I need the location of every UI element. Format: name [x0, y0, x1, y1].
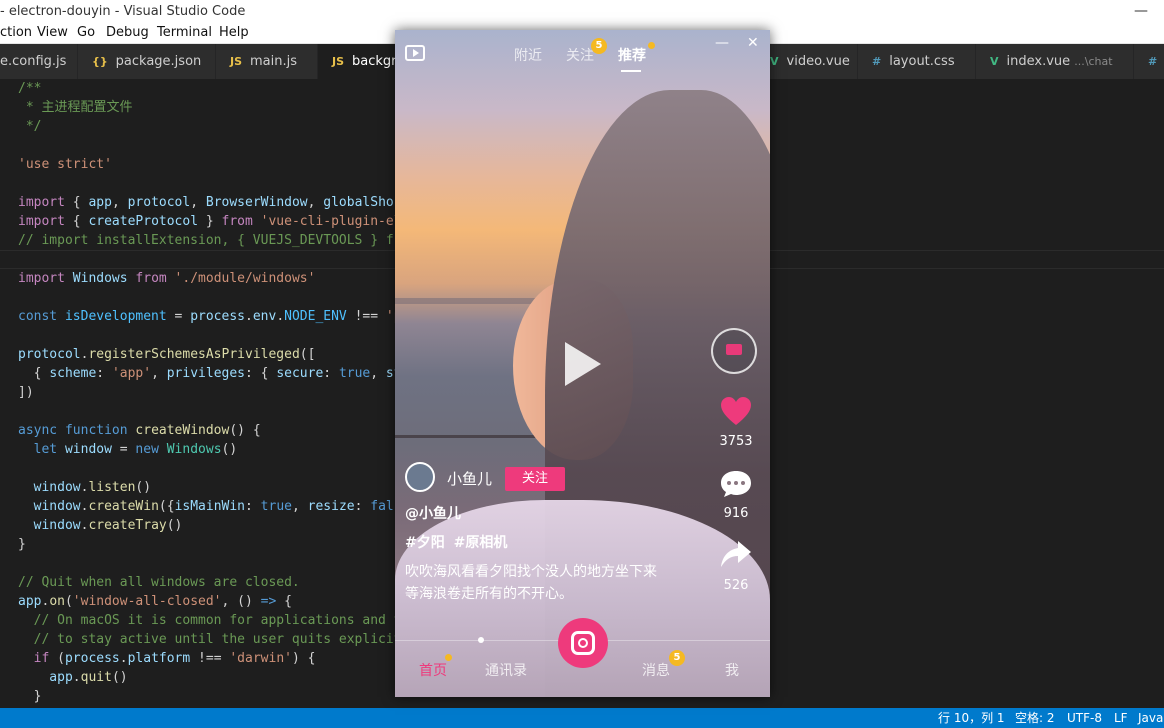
code-line: 'use strict' [18, 157, 112, 172]
menu-go[interactable]: Go [77, 23, 95, 43]
play-icon[interactable] [565, 342, 601, 386]
share-arrow-icon[interactable] [720, 540, 752, 570]
js-icon: JS [332, 55, 345, 68]
code-line: import { app, protocol, BrowserWindow, g… [18, 195, 402, 210]
code-line: } [18, 537, 26, 552]
window-title: - electron-douyin - Visual Studio Code [0, 4, 246, 19]
minimize-button[interactable]: — [1118, 0, 1164, 23]
css-icon: # [872, 55, 882, 68]
following-badge: 5 [591, 38, 607, 54]
nav-messages[interactable]: 消息 [642, 660, 670, 680]
encoding[interactable]: UTF-8 [1067, 708, 1102, 728]
camera-publish-button[interactable] [558, 618, 608, 668]
code-line: window.listen() [18, 480, 152, 495]
video-description: 吹吹海风看看夕阳找个没人的地方坐下来 等海浪卷走所有的不开心。 [405, 564, 657, 602]
code-line: window.createTray() [18, 518, 183, 533]
code-line: let window = new Windows() [18, 442, 238, 457]
tab-recommended[interactable]: 推荐 [618, 45, 646, 65]
code-line: { scheme: 'app', privileges: { secure: t… [18, 366, 402, 381]
comment-count: 916 [723, 506, 749, 521]
tab-label: layout.css [889, 54, 955, 69]
recommended-dot [648, 42, 655, 49]
code-line: /** [18, 81, 42, 96]
code-line: import { createProtocol } from 'vue-cli-… [18, 214, 402, 229]
js-icon: JS [230, 55, 243, 68]
code-line: app.quit() [18, 670, 128, 685]
follow-button[interactable]: 关注 [505, 467, 565, 491]
code-line: if (process.platform !== 'darwin') { [18, 651, 316, 666]
tab-package-json[interactable]: {} package.json [78, 44, 216, 79]
tab-main-js[interactable]: JS main.js [216, 44, 318, 79]
nav-home[interactable]: 首页 [419, 660, 447, 680]
tab-label: video.vue [786, 54, 850, 69]
tab-label: index.vue [1006, 54, 1071, 69]
tab-background-js[interactable]: JS backgro [318, 44, 398, 79]
code-line: // On macOS it is common for application… [18, 613, 402, 628]
nav-contacts[interactable]: 通讯录 [485, 660, 527, 680]
active-tab-underline [621, 70, 641, 72]
title-bar: - electron-douyin - Visual Studio Code — [0, 0, 1164, 23]
menu-selection[interactable]: ction [0, 23, 32, 43]
like-count: 3753 [719, 434, 753, 449]
indent-setting[interactable]: 空格: 2 [1015, 708, 1055, 728]
code-line: const isDevelopment = process.env.NODE_E… [18, 309, 402, 324]
app-top-bar: 附近 关注 5 推荐 — ✕ [395, 30, 770, 80]
code-line: * 主进程配置文件 [18, 100, 133, 115]
code-line: } [18, 689, 42, 704]
language-mode[interactable]: Javas [1138, 708, 1164, 728]
tab-following[interactable]: 关注 [566, 45, 594, 65]
tab-label: e.config.js [0, 54, 67, 69]
comment-icon[interactable] [720, 470, 752, 498]
messages-badge: 5 [669, 650, 685, 666]
tab-nearby[interactable]: 附近 [514, 45, 542, 65]
code-line: window.createWin({isMainWin: true, resiz… [18, 499, 402, 514]
code-line: ]) [18, 385, 34, 400]
css-icon: # [1148, 55, 1158, 68]
nav-me[interactable]: 我 [725, 660, 739, 680]
tab-label: package.json [115, 54, 202, 69]
menu-debug[interactable]: Debug [106, 23, 149, 43]
code-line: */ [18, 119, 42, 134]
user-name[interactable]: 小鱼儿 [447, 468, 492, 489]
status-bar: 行 10，列 1 空格: 2 UTF-8 LF Javas [0, 708, 1164, 728]
line-ending[interactable]: LF [1114, 708, 1128, 728]
code-line: // import installExtension, { VUEJS_DEVT… [18, 233, 402, 248]
json-icon: {} [92, 55, 108, 68]
share-count: 526 [723, 578, 749, 593]
code-line: protocol.registerSchemesAsPrivileged([ [18, 347, 316, 362]
tab-label: main.js [250, 54, 298, 69]
live-tv-icon[interactable] [405, 45, 425, 61]
code-line: async function createWindow() { [18, 423, 261, 438]
vue-icon: V [990, 55, 999, 68]
app-minimize-button[interactable]: — [715, 35, 729, 51]
tab-label: backgro [352, 54, 397, 69]
menu-help[interactable]: Help [219, 23, 249, 43]
cursor-position[interactable]: 行 10，列 1 [938, 708, 1005, 728]
camera-icon [571, 631, 595, 655]
user-handle[interactable]: @小鱼儿 [405, 503, 461, 523]
user-avatar[interactable] [405, 462, 435, 492]
video-hashtags[interactable]: #夕阳 #原相机 [405, 532, 507, 552]
tab-path: ...\chat [1074, 55, 1113, 68]
menu-view[interactable]: View [37, 23, 68, 43]
menu-terminal[interactable]: Terminal [157, 23, 212, 43]
home-dot [445, 654, 452, 661]
shopping-cart-icon[interactable] [711, 328, 757, 374]
app-close-button[interactable]: ✕ [747, 35, 759, 51]
tab-index-vue[interactable]: Vindex.vue ...\chat [976, 44, 1134, 79]
tab-layout-css[interactable]: # layout.css [858, 44, 976, 79]
tab-css-more[interactable]: # [1134, 44, 1164, 79]
vue-icon: V [770, 55, 779, 68]
code-line: app.on('window-all-closed', () => { [18, 594, 292, 609]
like-heart-icon[interactable] [720, 396, 752, 428]
tab-vue-config[interactable]: e.config.js [0, 44, 78, 79]
douyin-app-window: 附近 关注 5 推荐 — ✕ 3753 916 526 小鱼儿 关注 @小鱼儿 … [395, 30, 770, 697]
code-line: import Windows from './module/windows' [18, 271, 316, 286]
code-line: // to stay active until the user quits e… [18, 632, 402, 647]
code-line: // Quit when all windows are closed. [18, 575, 300, 590]
